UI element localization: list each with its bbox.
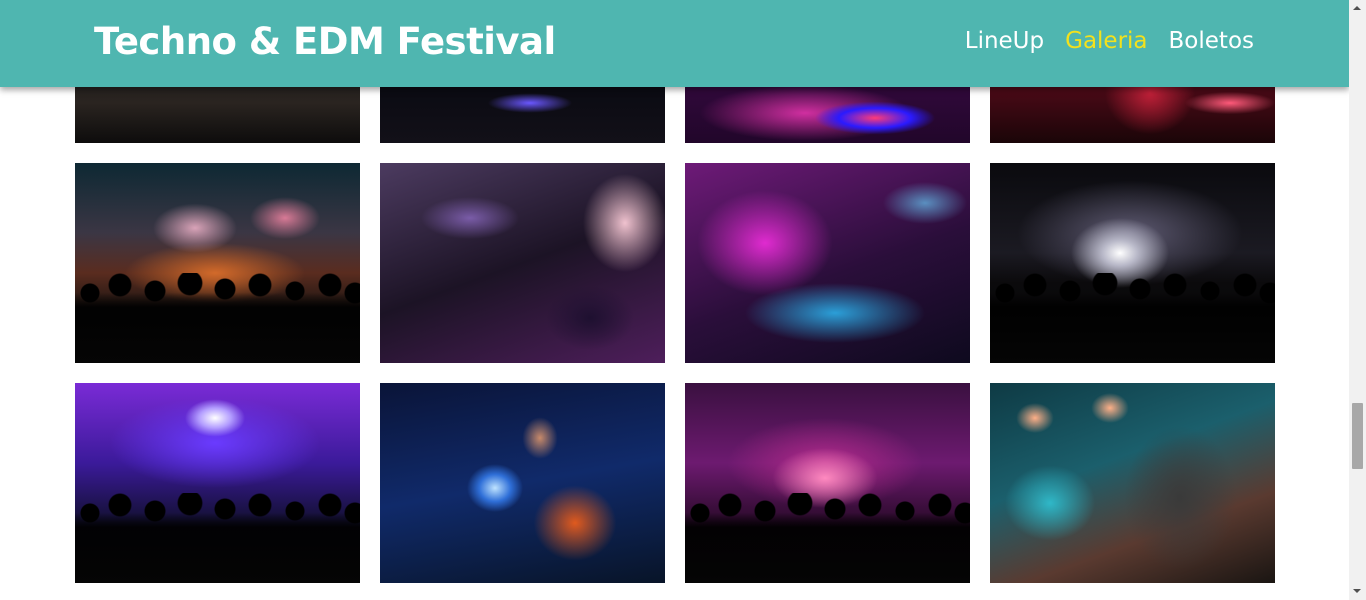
gallery-photo-7[interactable] [685, 163, 970, 363]
gallery [75, 0, 1275, 583]
scroll-up-arrow-icon[interactable] [1349, 0, 1366, 17]
site-header: Techno & EDM Festival LineUp Galeria Bol… [0, 0, 1349, 87]
gallery-photo-5[interactable] [75, 163, 360, 363]
gallery-photo-11[interactable] [685, 383, 970, 583]
scrollbar-thumb[interactable] [1352, 403, 1363, 469]
gallery-photo-10[interactable] [380, 383, 665, 583]
gallery-photo-6[interactable] [380, 163, 665, 363]
site-title[interactable]: Techno & EDM Festival [94, 20, 556, 63]
nav-link-boletos[interactable]: Boletos [1169, 28, 1254, 54]
gallery-photo-12[interactable] [990, 383, 1275, 583]
crowd-silhouette [685, 493, 970, 583]
page-viewport: Techno & EDM Festival LineUp Galeria Bol… [0, 0, 1366, 600]
main-nav: LineUp Galeria Boletos [965, 28, 1254, 54]
vertical-scrollbar[interactable] [1349, 0, 1366, 600]
nav-link-galeria[interactable]: Galeria [1065, 28, 1147, 54]
crowd-silhouette [75, 493, 360, 583]
gallery-grid [75, 0, 1275, 583]
nav-link-lineup[interactable]: LineUp [965, 28, 1044, 54]
crowd-silhouette [990, 273, 1275, 363]
gallery-photo-9[interactable] [75, 383, 360, 583]
gallery-photo-8[interactable] [990, 163, 1275, 363]
crowd-silhouette [75, 273, 360, 363]
scroll-down-arrow-icon[interactable] [1349, 583, 1366, 600]
